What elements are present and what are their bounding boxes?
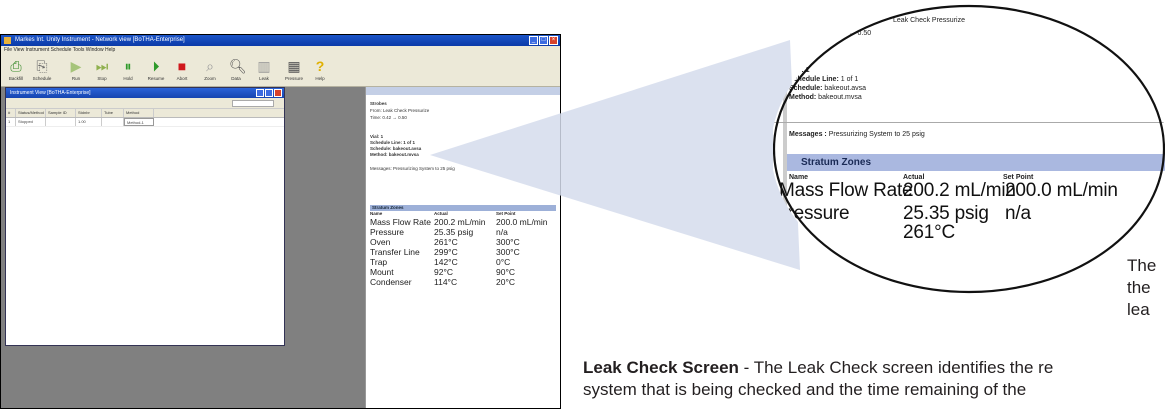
section-heading: Leak Check Screen bbox=[583, 358, 739, 377]
side-caption-line3: lea bbox=[1127, 300, 1150, 319]
body-paragraph-line1: Leak Check Screen - The Leak Check scree… bbox=[583, 358, 1054, 377]
body-paragraph-line2: system that is being checked and the tim… bbox=[583, 380, 1027, 399]
side-caption-line2: the bbox=[1127, 278, 1151, 297]
lens-outline bbox=[773, 4, 1165, 294]
side-caption-line1: The bbox=[1127, 256, 1157, 275]
magnified-view: Leak Check Pressurize 0.42 → 0.50 Vial: … bbox=[773, 4, 1165, 294]
